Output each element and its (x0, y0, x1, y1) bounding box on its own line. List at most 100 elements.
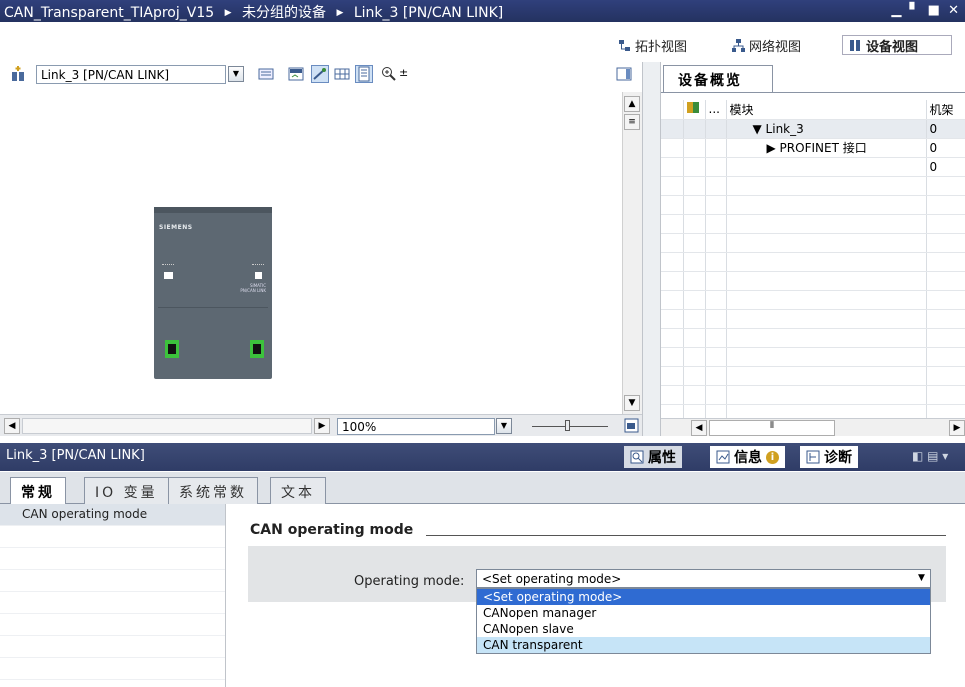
show-network-icon[interactable] (311, 65, 329, 83)
breadcrumb-device[interactable]: Link_3 [PN/CAN LINK] (354, 3, 503, 21)
col-header-status[interactable] (683, 100, 706, 120)
rack-cell: 0 (926, 119, 965, 139)
nav-blank-row (0, 570, 231, 592)
table-row[interactable]: ▼ Link_3 0 (661, 119, 965, 139)
col-header-rack[interactable]: 机架 (926, 100, 965, 120)
tab-info-label: 信息 (734, 450, 762, 466)
option-can-transparent[interactable]: CAN transparent (477, 637, 930, 653)
scroll-right-icon[interactable]: ▶ (949, 420, 965, 436)
table-row[interactable]: 0 (661, 157, 965, 177)
nav-blank-row (0, 592, 231, 614)
scroll-thumb-icon[interactable]: ⦀ (709, 420, 835, 436)
nav-blank-row (0, 614, 231, 636)
device-select[interactable]: Link_3 [PN/CAN LINK] (36, 65, 226, 84)
page-layout-icon[interactable] (355, 65, 373, 83)
table-row[interactable] (661, 252, 965, 272)
nav-blank-row (0, 526, 231, 548)
scroll-left-icon[interactable]: ◀ (4, 418, 20, 434)
option-canopen-manager[interactable]: CANopen manager (477, 605, 930, 621)
overview-navigation-icon[interactable] (624, 418, 639, 433)
option-set-operating-mode[interactable]: <Set operating mode> (477, 589, 930, 605)
table-row[interactable] (661, 195, 965, 215)
zoom-dropdown-icon[interactable]: ▼ (496, 418, 512, 434)
nav-splitter[interactable] (225, 504, 235, 687)
table-row[interactable]: ▶ PROFINET 接口 0 (661, 138, 965, 158)
restore-icon[interactable]: ▘ (910, 3, 922, 18)
tab-device-label: 设备视图 (866, 39, 919, 55)
scroll-right-icon[interactable]: ▶ (314, 418, 330, 434)
scroll-up-icon[interactable]: ▲ (624, 96, 640, 112)
tab-network-view[interactable]: 网络视图 (726, 35, 807, 55)
tab-device-view[interactable]: 设备视图 (842, 35, 952, 55)
led-row-icon (162, 264, 174, 267)
subtab-io-tags[interactable]: IO 变量 (84, 477, 169, 504)
tile-icon[interactable]: ■ (928, 3, 942, 18)
grid-icon[interactable] (334, 66, 350, 82)
device-overview-table: ... 模块 机架 ▼ Link_3 0 ▶ PROFINET 接口 0 0 (661, 100, 965, 424)
col-header-more[interactable]: ... (705, 100, 727, 120)
table-row[interactable] (661, 271, 965, 291)
subtab-texts[interactable]: 文本 (270, 477, 326, 504)
minimize-icon[interactable]: ▁ (891, 3, 903, 18)
operating-mode-select[interactable]: <Set operating mode> (476, 569, 931, 588)
device-select-dropdown-icon[interactable]: ▼ (228, 66, 244, 82)
tab-topology-view[interactable]: 拓扑视图 (612, 35, 693, 55)
breadcrumb-separator-icon: ▶ (224, 8, 232, 18)
tab-device-overview[interactable]: 设备概览 (663, 65, 773, 92)
table-row[interactable] (661, 347, 965, 367)
add-device-icon[interactable] (10, 66, 26, 82)
zoom-icon[interactable] (381, 66, 397, 82)
close-icon[interactable]: ✕ (948, 3, 961, 18)
section-title: CAN operating mode (250, 522, 414, 538)
table-row[interactable] (661, 309, 965, 329)
table-row[interactable] (661, 290, 965, 310)
scroll-thumb-icon[interactable]: ≡ (624, 114, 640, 130)
subtab-system-constants[interactable]: 系统常数 (168, 477, 258, 504)
canvas-horizontal-scrollbar[interactable] (22, 418, 312, 434)
col-header-module[interactable]: 模块 (726, 100, 927, 120)
device-module-graphic[interactable]: SIEMENS SIMATIC PN/CAN LINK (154, 207, 272, 379)
overview-splitter[interactable] (643, 62, 661, 436)
tab-info[interactable]: 信息 i (710, 446, 785, 468)
zoom-slider[interactable] (532, 426, 608, 427)
subtab-general[interactable]: 常规 (10, 477, 66, 504)
inspector-header: Link_3 [PN/CAN LINK] 属性 信息 i 诊断 ◧ ▤ ▾ (0, 443, 965, 471)
inspector-title: Link_3 [PN/CAN LINK] (6, 448, 145, 463)
nav-item-can-operating-mode[interactable]: CAN operating mode (0, 504, 231, 526)
overview-horizontal-scrollbar[interactable]: ◀ ⦀ ▶ (661, 418, 965, 436)
table-row[interactable] (661, 176, 965, 196)
port-x1-icon[interactable] (165, 340, 179, 358)
breadcrumb-separator-icon: ▶ (336, 8, 344, 18)
section-divider (426, 535, 946, 536)
breadcrumb-project[interactable]: CAN_Transparent_TIAproj_V15 (0, 3, 214, 21)
table-row[interactable] (661, 233, 965, 253)
collapse-pane-icon[interactable] (616, 66, 632, 82)
module-divider (158, 307, 268, 308)
option-canopen-slave[interactable]: CANopen slave (477, 621, 930, 637)
operating-mode-label: Operating mode: (354, 574, 465, 589)
device-canvas[interactable]: SIEMENS SIMATIC PN/CAN LINK (0, 92, 622, 414)
scroll-down-icon[interactable]: ▼ (624, 395, 640, 411)
show-module-icon[interactable] (258, 66, 274, 82)
show-names-icon[interactable] (288, 66, 304, 82)
table-row[interactable] (661, 328, 965, 348)
zoom-slider-thumb[interactable] (565, 420, 570, 431)
nav-blank-row (0, 636, 231, 658)
port-x2-icon[interactable] (250, 340, 264, 358)
status-led-icon (255, 272, 262, 279)
breadcrumb-group[interactable]: 未分组的设备 (242, 0, 326, 22)
table-row[interactable] (661, 366, 965, 386)
table-row[interactable] (661, 214, 965, 234)
tab-diagnostics[interactable]: 诊断 (800, 446, 858, 468)
operating-mode-dropdown-icon[interactable]: ▼ (914, 571, 929, 586)
table-row[interactable] (661, 385, 965, 405)
zoom-options-icon[interactable]: ± (399, 66, 408, 79)
zoom-select[interactable]: 100% (337, 418, 495, 435)
module-top-edge (154, 207, 272, 213)
panel-options-icon[interactable]: ◧ ▤ ▾ (912, 449, 948, 463)
tab-properties-label: 属性 (648, 450, 676, 466)
scroll-left-icon[interactable]: ◀ (691, 420, 707, 436)
tab-properties[interactable]: 属性 (624, 446, 682, 468)
canvas-vertical-scrollbar[interactable]: ▲ ≡ ▼ (622, 92, 642, 414)
window-title-bar: CAN_Transparent_TIAproj_V15 ▶ 未分组的设备 ▶ L… (0, 0, 965, 22)
